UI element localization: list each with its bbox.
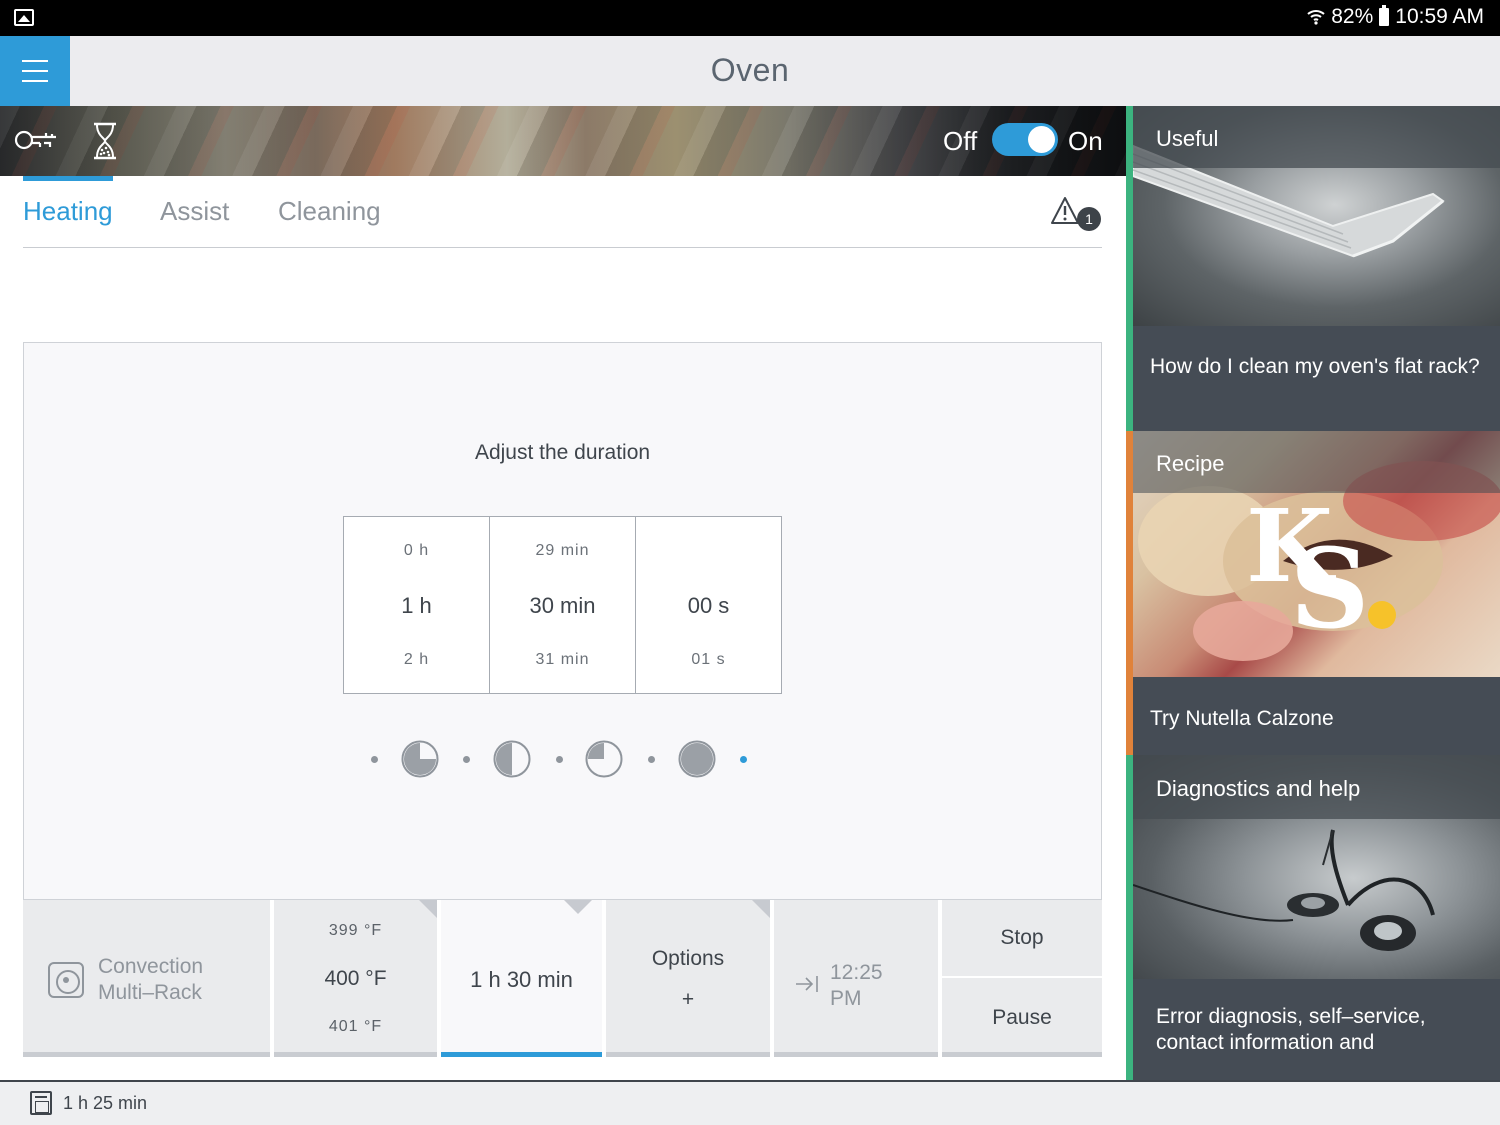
status-bar: 82% 10:59 AM [0, 0, 1500, 36]
oven-icon [30, 1091, 52, 1115]
tab-cleaning[interactable]: Cleaning [278, 196, 381, 227]
convection-fan-icon [48, 962, 84, 998]
svg-text:S: S [1290, 524, 1369, 639]
timer-hourglass-icon[interactable] [92, 122, 118, 160]
preset-dot-active [740, 756, 747, 763]
stop-pause-group: Stop Pause [942, 900, 1102, 1057]
seconds-next[interactable]: 01 s [636, 651, 781, 669]
plus-icon: + [681, 988, 695, 1011]
stop-button[interactable]: Stop [942, 900, 1102, 976]
useful-card-title: Useful [1156, 126, 1219, 151]
control-underline [606, 1052, 770, 1057]
minutes-prev[interactable]: 29 min [490, 542, 635, 560]
temperature-prev[interactable]: 399 °F [274, 922, 437, 940]
power-off-label: Off [943, 126, 978, 156]
ks-logo: K S [1246, 487, 1396, 639]
options-label: Options [651, 947, 725, 970]
collapse-caret-icon [564, 900, 592, 914]
remote-start-key-icon[interactable] [14, 127, 58, 153]
control-underline [942, 1052, 1102, 1057]
options-button[interactable]: Options + [606, 900, 772, 1057]
diagnostics-card[interactable]: Diagnostics and help Error diagnosis, se… [1126, 755, 1500, 1080]
card-accent [1126, 106, 1133, 431]
side-panel: Useful How do I clean my oven's flat rac… [1126, 106, 1500, 1080]
card-accent [1126, 431, 1133, 755]
diagnostics-card-title: Diagnostics and help [1156, 776, 1361, 801]
preset-dot [648, 756, 655, 763]
diagnostics-card-caption: Error diagnosis, self–service, contact i… [1156, 1005, 1426, 1054]
hours-current: 1 h [401, 593, 432, 618]
end-time-line2: PM [830, 987, 862, 1010]
preset-dot [371, 756, 378, 763]
recipe-card-caption: Try Nutella Calzone [1150, 707, 1334, 730]
card-accent [1126, 755, 1133, 1080]
warning-button[interactable]: 1 [1050, 196, 1102, 232]
seconds-wheel[interactable]: 00 s 01 s [636, 517, 781, 693]
preset-dot [556, 756, 563, 763]
tab-heating[interactable]: Heating [23, 196, 113, 227]
clock: 10:59 AM [1395, 5, 1484, 28]
warning-triangle-icon [1051, 197, 1079, 224]
pause-label: Pause [992, 1006, 1052, 1029]
heating-mode-button[interactable]: Convection Multi–Rack [23, 900, 272, 1057]
temperature-next[interactable]: 401 °F [274, 1018, 437, 1036]
active-tab-indicator [23, 176, 113, 181]
duration-presets [371, 739, 761, 779]
tab-bar: Heating Assist Cleaning 1 [23, 176, 1102, 248]
useful-card[interactable]: Useful How do I clean my oven's flat rac… [1126, 106, 1500, 431]
power-on-label: On [1068, 126, 1103, 156]
main-panel: Heating Assist Cleaning 1 Adjust the dur… [0, 176, 1126, 1080]
page-title: Oven [710, 52, 790, 88]
hours-next[interactable]: 2 h [344, 651, 489, 669]
expand-corner-icon [419, 900, 437, 918]
duration-picker: 0 h 1 h 2 h 29 min 30 min 31 min 00 s 01… [343, 516, 782, 694]
control-underline [774, 1052, 938, 1057]
remaining-time: 1 h 25 min [63, 1093, 148, 1113]
wifi-icon [1307, 8, 1325, 26]
app-bar: Oven [0, 36, 1500, 106]
hours-wheel[interactable]: 0 h 1 h 2 h [344, 517, 490, 693]
gallery-notification-icon [14, 9, 34, 26]
half-hour-preset-icon[interactable] [493, 740, 531, 778]
useful-card-caption: How do I clean my oven's flat rack? [1150, 355, 1480, 378]
recipe-card-title: Recipe [1156, 451, 1225, 476]
minutes-wheel[interactable]: 29 min 30 min 31 min [490, 517, 636, 693]
end-time-arrow-icon [796, 976, 818, 992]
minutes-current: 30 min [529, 593, 596, 618]
remaining-time-bar[interactable]: 1 h 25 min [0, 1080, 1500, 1125]
recipe-card[interactable]: Recipe K S Try Nutella Calzone [1126, 431, 1500, 755]
hours-prev[interactable]: 0 h [344, 542, 489, 560]
duration-button[interactable]: 1 h 30 min [441, 900, 604, 1057]
three-quarter-hour-preset-icon[interactable] [585, 740, 623, 778]
temperature-current: 400 °F [324, 967, 387, 990]
duration-adjust-panel: Adjust the duration 0 h 1 h 2 h 29 min 3… [23, 342, 1102, 900]
end-time-label: 12:25 PM [830, 960, 883, 1012]
battery-percent: 82% [1331, 5, 1374, 28]
control-underline-active [441, 1052, 602, 1057]
full-hour-preset-icon[interactable] [678, 740, 716, 778]
heating-mode-line2: Multi–Rack [98, 981, 202, 1004]
control-underline [274, 1052, 437, 1057]
power-toggle[interactable] [992, 123, 1058, 156]
duration-value: 1 h 30 min [470, 967, 573, 992]
heating-mode-label: Convection Multi–Rack [98, 954, 203, 1006]
heating-mode-line1: Convection [98, 955, 204, 978]
quarter-hour-preset-icon[interactable] [401, 740, 439, 778]
temperature-selector[interactable]: 399 °F 400 °F 401 °F [274, 900, 439, 1057]
pause-button[interactable]: Pause [942, 978, 1102, 1057]
status-right: 82% 10:59 AM [1307, 5, 1484, 29]
control-underline [23, 1052, 270, 1057]
end-time-button[interactable]: 12:25 PM [774, 900, 940, 1057]
preset-dot [463, 756, 470, 763]
tab-assist[interactable]: Assist [160, 196, 229, 227]
battery-icon [1379, 5, 1390, 26]
seconds-current: 00 s [687, 593, 730, 618]
expand-corner-icon [752, 900, 770, 918]
duration-title: Adjust the duration [474, 441, 651, 464]
minutes-next[interactable]: 31 min [490, 651, 635, 669]
control-bar: Convection Multi–Rack 399 °F 400 °F 401 … [23, 900, 1102, 1057]
warning-count-badge: 1 [1077, 207, 1101, 231]
end-time-line1: 12:25 [830, 961, 883, 984]
